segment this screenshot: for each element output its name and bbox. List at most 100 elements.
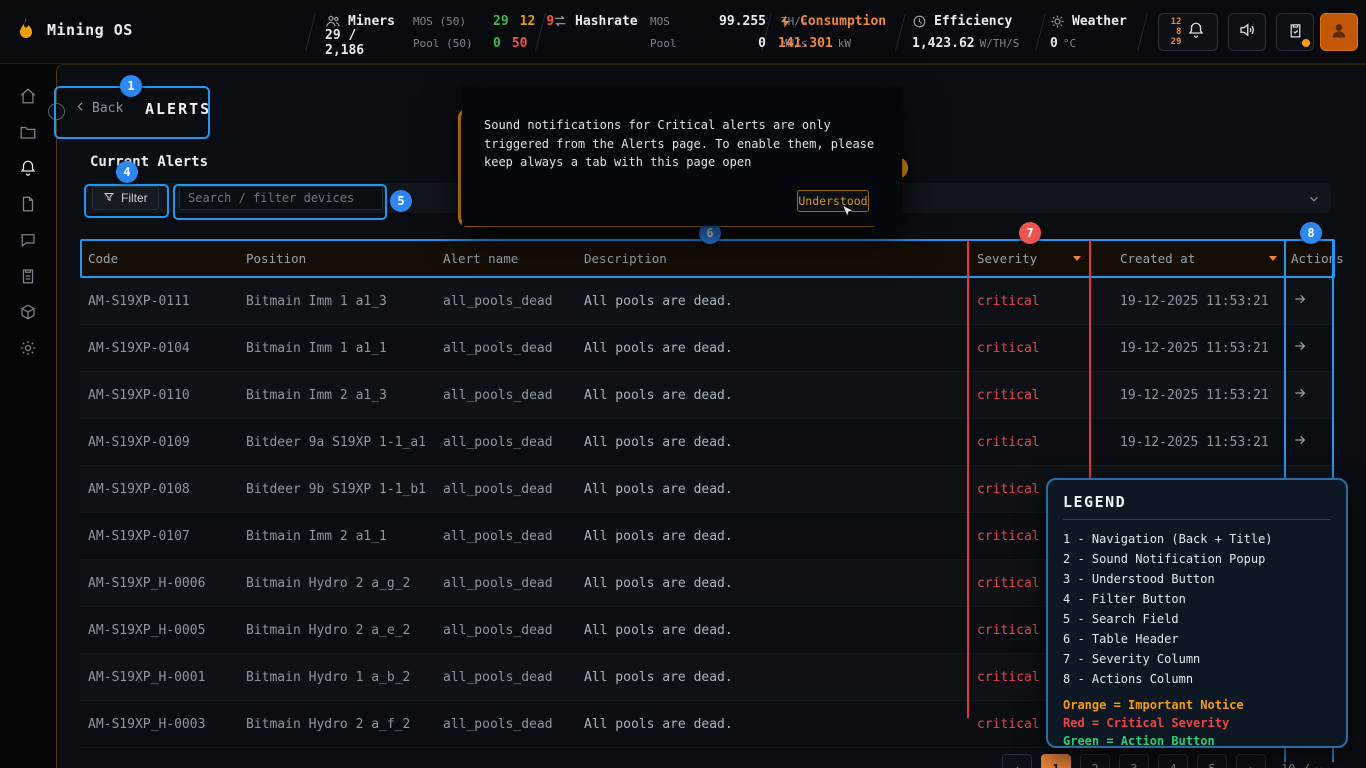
column-header-position: Position <box>238 240 435 277</box>
count-info: 29 <box>1171 37 1182 47</box>
clock-icon <box>912 14 927 29</box>
cell-desc: All pools are dead. <box>576 654 969 700</box>
row-action-button[interactable] <box>1286 278 1335 324</box>
folder-icon <box>19 123 37 145</box>
sidebar-item-home[interactable] <box>18 89 38 107</box>
row-action-button[interactable] <box>1286 325 1335 371</box>
column-header-created-at[interactable]: Created at <box>1090 240 1286 277</box>
page-title: ALERTS <box>145 100 211 118</box>
topbar: Mining OS Miners MOS (50) 29 12 9 29 / 2… <box>0 0 1366 64</box>
clipboard-icon <box>19 267 37 289</box>
cell-desc: All pools are dead. <box>576 325 969 371</box>
miners-pool-crit: 50 <box>512 36 528 51</box>
efficiency-unit: W/TH/S <box>980 37 1020 50</box>
column-header-code: Code <box>80 240 238 277</box>
pagination-page-3[interactable]: 3 <box>1119 754 1149 768</box>
column-label: Actions <box>1291 251 1344 266</box>
column-label: Alert name <box>443 251 518 266</box>
notification-counts: 12 8 29 <box>1171 17 1182 47</box>
efficiency-label: Efficiency <box>934 14 1012 29</box>
topbar-divider <box>895 13 906 51</box>
column-header-description: Description <box>576 240 969 277</box>
filter-label: Filter <box>121 191 148 205</box>
back-button[interactable]: Back <box>74 100 123 117</box>
cell-code: AM-S19XP-0108 <box>80 466 238 512</box>
sidebar-item-folder[interactable] <box>18 125 38 143</box>
arrow-right-icon <box>1292 385 1308 405</box>
notifications-button[interactable]: 12 8 29 <box>1158 13 1218 51</box>
sidebar-item-clipboard[interactable] <box>18 269 38 287</box>
sort-arrow-icon <box>1073 256 1081 261</box>
miners-total: 29 / 2,186 <box>325 28 399 58</box>
cell-alert: all_pools_dead <box>435 607 576 653</box>
topbar-consumption-stats: Consumption 141.301 kW <box>778 10 886 54</box>
column-header-severity[interactable]: Severity <box>969 240 1090 277</box>
popup-text-line: keep always a tab with this page open <box>484 153 880 172</box>
pagination-prev-button[interactable]: ‹ <box>1002 754 1032 768</box>
pagination-page-5[interactable]: 5 <box>1197 754 1227 768</box>
legend-items: 1 - Navigation (Back + Title)2 - Sound N… <box>1063 529 1331 689</box>
search-input[interactable] <box>179 186 383 210</box>
row-action-button[interactable] <box>1286 419 1335 465</box>
sidebar-collapse-handle[interactable] <box>48 103 65 120</box>
pagination: ‹ 12345 › 10 / <box>1002 754 1324 768</box>
hashrate-label: Hashrate <box>575 14 638 29</box>
efficiency-value: 1,423.62 <box>912 36 975 51</box>
app-logo: Mining OS <box>14 16 133 44</box>
sidebar-item-file[interactable] <box>18 197 38 215</box>
sidebar-item-gear[interactable] <box>18 341 38 359</box>
section-heading: Current Alerts <box>90 154 208 170</box>
sound-mute-button[interactable] <box>1228 13 1266 51</box>
arrow-right-icon <box>1292 291 1308 311</box>
cell-code: AM-S19XP-0109 <box>80 419 238 465</box>
cell-alert: all_pools_dead <box>435 560 576 606</box>
pagination-page-4[interactable]: 4 <box>1158 754 1188 768</box>
user-avatar[interactable] <box>1320 13 1358 51</box>
bell-icon <box>19 159 37 181</box>
miners-pool-label: Pool (50) <box>413 37 479 50</box>
cell-position: Bitmain Imm 2 a1_1 <box>238 513 435 559</box>
cell-position: Bitdeer 9b S19XP 1-1_b1 <box>238 466 435 512</box>
pagination-next-button[interactable]: › <box>1236 754 1266 768</box>
home-icon <box>19 87 37 109</box>
topbar-divider <box>1035 13 1046 51</box>
sidebar-item-cube[interactable] <box>18 305 38 323</box>
pagination-page-1[interactable]: 1 <box>1041 754 1071 768</box>
column-label: Created at <box>1120 251 1195 266</box>
bell-icon <box>1187 21 1205 43</box>
weather-label: Weather <box>1072 14 1127 29</box>
sidebar-item-bell[interactable] <box>18 161 38 179</box>
cell-position: Bitmain Hydro 2 a_g_2 <box>238 560 435 606</box>
gear-icon <box>19 339 37 361</box>
sidebar-nav <box>0 64 56 768</box>
page-size-select[interactable]: 10 / <box>1281 762 1324 768</box>
legend-item: 5 - Search Field <box>1063 609 1331 629</box>
cell-position: Bitmain Hydro 1 a_b_2 <box>238 654 435 700</box>
filter-button[interactable]: Filter <box>92 186 159 210</box>
alert-row: AM-S19XP-0111Bitmain Imm 1 a1_3all_pools… <box>80 278 1335 325</box>
chevron-down-icon[interactable] <box>1307 191 1321 210</box>
sound-notification-popup: Sound notifications for Critical alerts … <box>462 86 902 226</box>
miners-mos-ok: 29 <box>493 14 509 29</box>
popup-text-line: triggered from the Alerts page. To enabl… <box>484 135 880 154</box>
topbar-divider <box>1137 13 1148 51</box>
cell-desc: All pools are dead. <box>576 466 969 512</box>
cell-position: Bitdeer 9a S19XP 1-1_a1 <box>238 419 435 465</box>
legend-color-note: Red = Critical Severity <box>1063 714 1331 732</box>
legend-item: 7 - Severity Column <box>1063 649 1331 669</box>
understood-button[interactable]: Understood <box>797 190 869 212</box>
cell-desc: All pools are dead. <box>576 372 969 418</box>
cell-position: Bitmain Imm 1 a1_1 <box>238 325 435 371</box>
sidebar-item-chat[interactable] <box>18 233 38 251</box>
cell-severity: critical <box>969 278 1090 324</box>
topbar-efficiency-stats: Efficiency 1,423.62 W/TH/S <box>912 10 1019 54</box>
tasks-button[interactable] <box>1276 13 1314 51</box>
page-size-value: 10 / <box>1281 762 1310 768</box>
cell-code: AM-S19XP-0110 <box>80 372 238 418</box>
row-action-button[interactable] <box>1286 372 1335 418</box>
cell-desc: All pools are dead. <box>576 419 969 465</box>
cell-alert: all_pools_dead <box>435 513 576 559</box>
cell-position: Bitmain Imm 1 a1_3 <box>238 278 435 324</box>
cell-created: 19-12-2025 11:53:21 <box>1090 325 1286 371</box>
pagination-page-2[interactable]: 2 <box>1080 754 1110 768</box>
